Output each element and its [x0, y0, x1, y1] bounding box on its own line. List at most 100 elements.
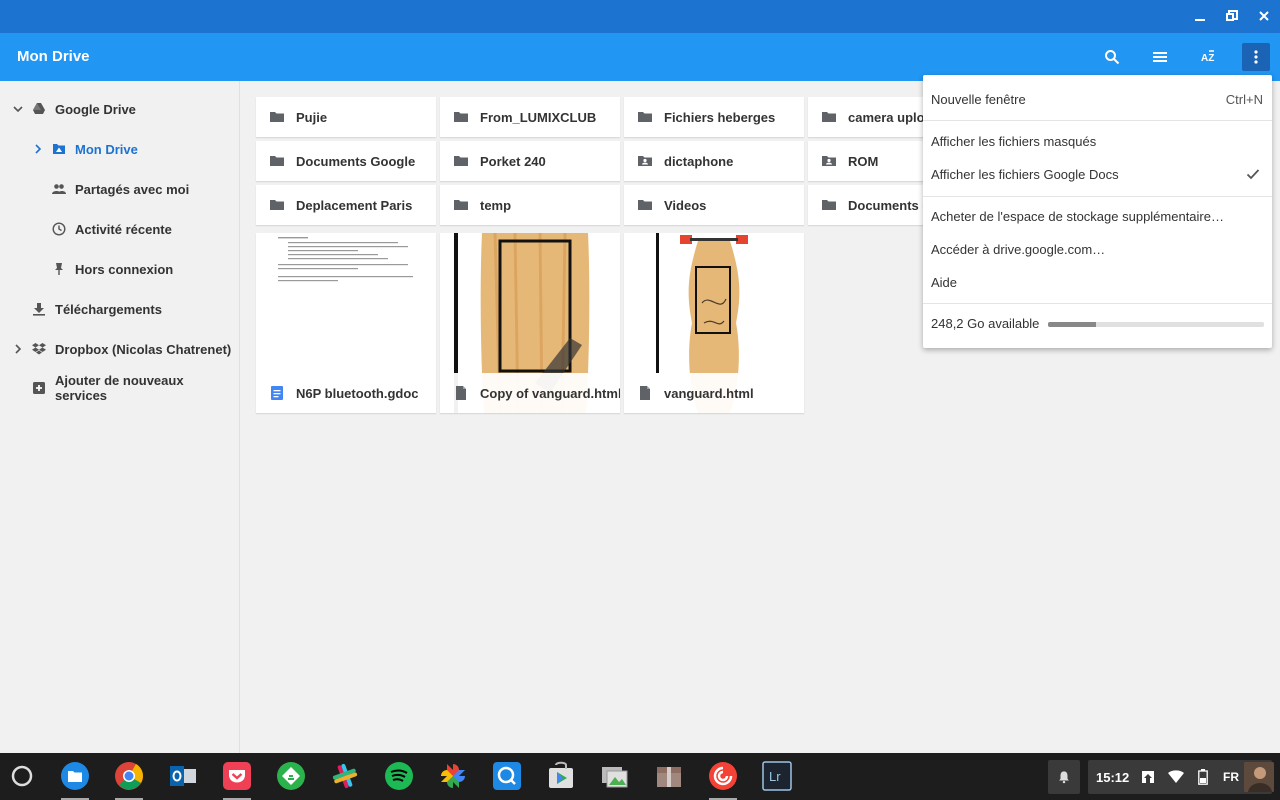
shared-folder-icon	[637, 153, 653, 169]
folder-tile[interactable]: temp	[440, 185, 620, 225]
clock-icon	[51, 221, 67, 237]
menu-divider	[923, 120, 1272, 121]
window-titlebar	[0, 0, 1280, 33]
play-store-icon[interactable]	[545, 760, 577, 792]
sidebar-item-label: Dropbox (Nicolas Chatrenet)	[55, 341, 232, 357]
google-doc-icon	[269, 385, 285, 401]
folder-tile[interactable]: Porket 240	[440, 141, 620, 181]
file-card[interactable]: N6P bluetooth.gdoc	[256, 233, 436, 413]
status-tray[interactable]: 15:12 FR	[1088, 760, 1274, 794]
outlook-icon[interactable]	[167, 760, 199, 792]
sidebar-item-google-drive[interactable]: Google Drive	[11, 92, 136, 126]
search-icon[interactable]	[1098, 43, 1126, 71]
restore-icon[interactable]	[1220, 6, 1244, 26]
pocket-casts-icon[interactable]	[707, 760, 739, 792]
folder-icon	[269, 153, 285, 169]
menu-item-new-window[interactable]: Nouvelle fenêtre Ctrl+N	[923, 83, 1272, 115]
file-label: vanguard.html	[624, 373, 804, 413]
folder-icon	[453, 197, 469, 213]
chevron-right-icon[interactable]	[11, 342, 25, 356]
sidebar-item-shared[interactable]: Partagés avec moi	[51, 172, 189, 206]
chevron-right-icon[interactable]	[31, 142, 45, 156]
menu-divider	[923, 196, 1272, 197]
sidebar-item-downloads[interactable]: Téléchargements	[31, 292, 162, 326]
sidebar-item-offline[interactable]: Hors connexion	[51, 252, 173, 286]
file-card[interactable]: vanguard.html	[624, 233, 804, 413]
menu-item-buy-storage[interactable]: Acheter de l'espace de stockage suppléme…	[923, 200, 1272, 232]
folder-name: Fichiers heberges	[664, 109, 776, 125]
folder-tile[interactable]: dictaphone	[624, 141, 804, 181]
folder-tile[interactable]: Fichiers heberges	[624, 97, 804, 137]
bell-icon	[1059, 771, 1069, 784]
close-icon[interactable]	[1252, 6, 1276, 26]
folder-name: Deplacement Paris	[296, 197, 413, 213]
folder-tile[interactable]: Videos	[624, 185, 804, 225]
sidebar-item-label: Partagés avec moi	[75, 181, 190, 197]
input-language: FR	[1223, 770, 1239, 784]
folder-name: temp	[480, 197, 512, 213]
menu-item-label: Afficher les fichiers masqués	[931, 133, 1097, 149]
file-card[interactable]: Copy of vanguard.html	[440, 233, 620, 413]
files-app-icon[interactable]	[59, 760, 91, 792]
more-vert-icon[interactable]	[1242, 43, 1270, 71]
chevron-down-icon[interactable]	[11, 102, 25, 116]
folder-icon	[453, 109, 469, 125]
quicktime-icon[interactable]	[491, 760, 523, 792]
sidebar-item-mon-drive[interactable]: Mon Drive	[31, 132, 138, 166]
sort-az-icon[interactable]: AZ	[1194, 43, 1222, 71]
menu-item-show-hidden[interactable]: Afficher les fichiers masqués	[923, 125, 1272, 157]
folder-name: dictaphone	[664, 153, 734, 169]
folder-icon	[637, 197, 653, 213]
slack-icon[interactable]	[329, 760, 361, 792]
sidebar-item-dropbox[interactable]: Dropbox (Nicolas Chatrenet)	[11, 332, 231, 366]
folder-name: Porket 240	[480, 153, 546, 169]
notifications-button[interactable]	[1048, 760, 1080, 794]
menu-item-label: Accéder à drive.google.com…	[931, 241, 1106, 257]
lightroom-icon[interactable]: Lr	[761, 760, 793, 792]
folder-tile[interactable]: Deplacement Paris	[256, 185, 436, 225]
sidebar-item-label: Google Drive	[55, 101, 136, 117]
file-icon	[453, 385, 469, 401]
minimize-icon[interactable]	[1188, 6, 1212, 26]
folder-icon	[637, 109, 653, 125]
menu-shortcut: Ctrl+N	[1225, 91, 1263, 107]
photo-viewer-icon[interactable]	[599, 760, 631, 792]
list-view-icon[interactable]	[1146, 43, 1174, 71]
archive-icon[interactable]	[653, 760, 685, 792]
launcher-icon[interactable]	[6, 760, 38, 792]
upload-status-icon	[1142, 771, 1154, 783]
menu-item-label: Nouvelle fenêtre	[931, 91, 1026, 107]
menu-item-label: Afficher les fichiers Google Docs	[931, 166, 1119, 182]
sidebar-item-recent[interactable]: Activité récente	[51, 212, 172, 246]
sidebar-item-label: Hors connexion	[75, 261, 174, 277]
menu-item-go-drive[interactable]: Accéder à drive.google.com…	[923, 233, 1272, 265]
spotify-icon[interactable]	[383, 760, 415, 792]
file-name: vanguard.html	[664, 385, 754, 401]
chrome-icon[interactable]	[113, 760, 145, 792]
google-drive-icon	[31, 101, 47, 117]
storage-progress-bar	[1048, 322, 1264, 327]
folder-name: ROM	[848, 153, 879, 169]
app-header: Mon Drive AZ	[0, 33, 1280, 81]
folder-icon	[269, 197, 285, 213]
wifi-icon	[1168, 770, 1184, 783]
battery-icon	[1198, 769, 1208, 785]
page-title: Mon Drive	[17, 48, 90, 65]
feedly-icon[interactable]	[275, 760, 307, 792]
folder-icon	[453, 153, 469, 169]
folder-tile[interactable]: Pujie	[256, 97, 436, 137]
menu-item-label: Acheter de l'espace de stockage suppléme…	[931, 208, 1224, 224]
sidebar-item-add-services[interactable]: Ajouter de nouveaux services	[31, 371, 239, 405]
pocket-icon[interactable]	[221, 760, 253, 792]
folder-tile[interactable]: From_LUMIXCLUB	[440, 97, 620, 137]
google-photos-icon[interactable]	[437, 760, 469, 792]
storage-progress-fill	[1048, 322, 1096, 327]
menu-item-help[interactable]: Aide	[923, 266, 1272, 298]
folder-tile[interactable]: Documents Google	[256, 141, 436, 181]
menu-item-label: Aide	[931, 274, 958, 290]
dropbox-icon	[31, 341, 47, 357]
storage-text: 248,2 Go available	[931, 315, 1040, 331]
menu-item-show-gdocs[interactable]: Afficher les fichiers Google Docs	[923, 158, 1272, 190]
folder-name: From_LUMIXCLUB	[480, 109, 597, 125]
avatar[interactable]	[1244, 762, 1274, 792]
